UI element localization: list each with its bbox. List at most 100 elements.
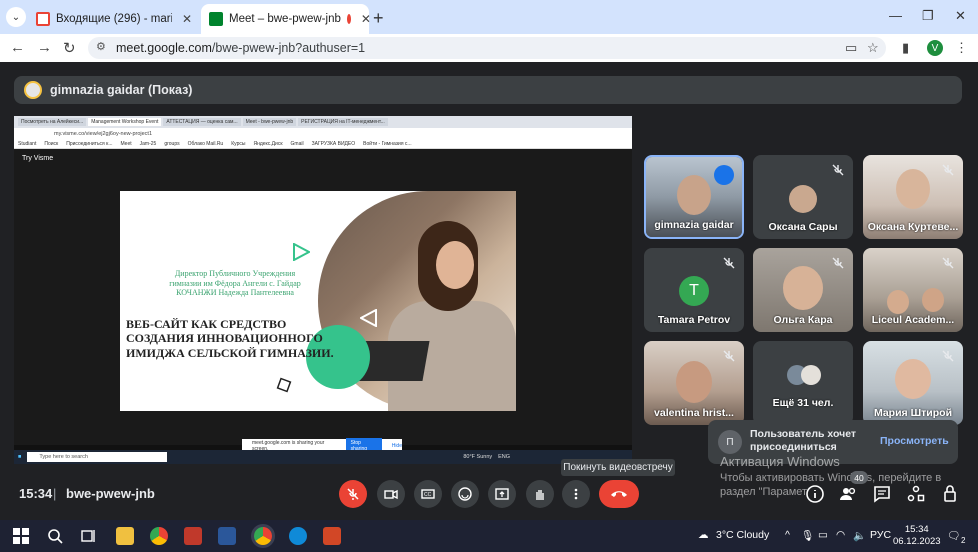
restore-icon[interactable]: ❐ <box>922 8 934 24</box>
cloud-icon: ☁ <box>698 529 709 541</box>
url-input[interactable]: ⚙ meet.google.com/bwe-pwew-jnb?authuser=… <box>88 37 886 59</box>
search-icon[interactable] <box>46 527 64 545</box>
task-view-icon[interactable] <box>80 527 98 545</box>
more-vert-icon <box>574 488 578 500</box>
back-icon[interactable]: ← <box>10 39 25 56</box>
participant-tile[interactable]: gimnazia gaidar <box>644 155 744 239</box>
chat-icon[interactable] <box>872 484 892 504</box>
participant-initial: T <box>679 276 709 306</box>
word-icon[interactable] <box>218 527 236 545</box>
bookmark: Яндекс.Диск <box>253 140 283 147</box>
separator: | <box>53 486 57 501</box>
presentation-slide: Директор Публичного Учреждения гимназии … <box>120 191 516 411</box>
participant-tile[interactable]: Оксана Сары <box>753 155 853 239</box>
inner-tab-strip: Посмотреть на Алейкеси... Management Wor… <box>14 116 632 128</box>
powerpoint-icon[interactable] <box>323 527 341 545</box>
chrome-icon[interactable] <box>150 527 168 545</box>
tab-search-icon[interactable]: ⌄ <box>6 7 26 27</box>
reload-icon[interactable]: ↻ <box>63 39 76 57</box>
participant-tile[interactable]: Мария Штирой <box>863 341 963 425</box>
participant-tile[interactable]: T Tamara Petrov <box>644 248 744 332</box>
activation-watermark-title: Активация Windows <box>720 454 840 469</box>
profile-avatar[interactable]: V <box>927 40 943 56</box>
participant-avatar <box>801 365 821 385</box>
edge-icon[interactable] <box>289 527 307 545</box>
mic-toggle-button[interactable] <box>339 480 367 508</box>
bookmark: Meet <box>120 140 132 147</box>
shared-screen: Посмотреть на Алейкеси... Management Wor… <box>14 116 632 464</box>
hide-link[interactable]: Hide <box>392 443 402 449</box>
app-icon[interactable] <box>184 527 202 545</box>
more-options-button[interactable] <box>562 480 590 508</box>
mic-tray-icon[interactable]: 🎙 <box>801 529 814 542</box>
slide-subtitle: Директор Публичного Учреждения гимназии … <box>169 269 301 298</box>
participant-name: Оксана Сары <box>768 221 838 233</box>
participant-tile[interactable]: valentina hrist... <box>644 341 744 425</box>
more-participants-tile[interactable]: Ещё 31 чел. <box>753 341 853 425</box>
raise-hand-button[interactable] <box>526 480 554 508</box>
url-host: meet.google.com <box>116 41 212 55</box>
activities-icon[interactable] <box>906 484 926 504</box>
camera-toggle-button[interactable] <box>377 480 405 508</box>
bookmark: groups <box>164 140 180 147</box>
slide-title: ВЕБ-САЙТ КАК СРЕДСТВО СОЗДАНИЯ ИННОВАЦИО… <box>126 317 334 360</box>
present-screen-button[interactable] <box>488 480 516 508</box>
close-tab-icon[interactable]: ✕ <box>361 12 371 26</box>
windows-start-icon[interactable] <box>12 527 30 545</box>
site-info-icon[interactable]: ⚙ <box>96 40 106 53</box>
wifi-icon[interactable]: ◠ <box>836 529 845 541</box>
language-indicator[interactable]: РУС <box>870 529 891 541</box>
participant-name: Liceul Academ... <box>871 314 955 326</box>
menu-icon[interactable]: ⋮ <box>955 40 968 56</box>
network-icon[interactable]: ▭ <box>818 529 828 541</box>
tab-title: Meet – bwe-pwew-jnb <box>229 13 341 25</box>
participant-face <box>887 290 909 314</box>
tab-meet[interactable]: Meet – bwe-pwew-jnb ✕ <box>201 4 371 34</box>
close-tab-icon[interactable]: ✕ <box>182 12 192 26</box>
volume-icon[interactable]: 🔈 <box>853 529 866 542</box>
minimize-icon[interactable]: — <box>889 8 902 23</box>
inner-tab: АТТЕСТАЦИЯ — оценка сам... <box>163 118 241 126</box>
forward-icon[interactable]: → <box>37 39 52 56</box>
mic-off-icon <box>832 164 844 176</box>
notifications-icon[interactable]: 🗨 <box>947 529 960 542</box>
join-request-message: Пользователь хочет присоединиться <box>750 428 857 454</box>
captions-button[interactable]: CC <box>414 480 442 508</box>
svg-text:CC: CC <box>424 492 432 498</box>
view-request-button[interactable]: Просмотреть <box>880 435 949 447</box>
inner-tab: Management Workshop Event <box>88 118 162 126</box>
participant-name: Мария Штирой <box>873 407 953 419</box>
tab-gmail[interactable]: Входящие (296) - maria.stiroi@ ✕ <box>28 4 200 34</box>
file-explorer-icon[interactable] <box>116 527 134 545</box>
inner-lang: ENG <box>498 454 511 460</box>
bookmark-star-icon[interactable]: ☆ <box>867 40 879 56</box>
browser-tab-strip: ⌄ Входящие (296) - maria.stiroi@ ✕ Meet … <box>0 0 978 34</box>
participant-tile[interactable]: Liceul Academ... <box>863 248 963 332</box>
people-icon[interactable] <box>838 484 858 504</box>
info-icon[interactable] <box>805 484 825 504</box>
camera-icon[interactable]: ▭ <box>845 40 857 56</box>
participant-tile[interactable]: Ольга Кара <box>753 248 853 332</box>
close-window-icon[interactable]: ✕ <box>955 8 966 24</box>
recording-dot-icon <box>346 14 351 24</box>
inner-bookmarks: Studiant Поиск Присоединиться к... Meet … <box>14 139 632 149</box>
participant-face <box>783 266 823 310</box>
play-triangle-icon <box>293 243 310 261</box>
leave-call-button[interactable] <box>599 480 639 508</box>
side-panel-icon[interactable]: ▮ <box>902 40 909 56</box>
participant-name: Ольга Кара <box>773 314 833 326</box>
tab-title: Входящие (296) - maria.stiroi@ <box>56 13 172 25</box>
clock[interactable]: 15:34 06.12.2023 <box>893 524 941 549</box>
inner-tab: Посмотреть на Алейкеси... <box>18 118 87 126</box>
video-camera-icon <box>384 489 398 500</box>
chrome-active-icon[interactable] <box>254 527 272 545</box>
participant-face <box>677 175 711 215</box>
new-tab-button[interactable]: + <box>373 8 384 29</box>
weather-text[interactable]: 3°C Cloudy <box>716 529 769 541</box>
chevron-up-icon[interactable]: ^ <box>785 529 790 541</box>
participant-face <box>676 361 712 403</box>
mic-off-icon <box>832 257 844 269</box>
host-controls-icon[interactable] <box>941 484 961 504</box>
participant-tile[interactable]: Оксана Куртеве... <box>863 155 963 239</box>
emoji-reactions-button[interactable] <box>451 480 479 508</box>
